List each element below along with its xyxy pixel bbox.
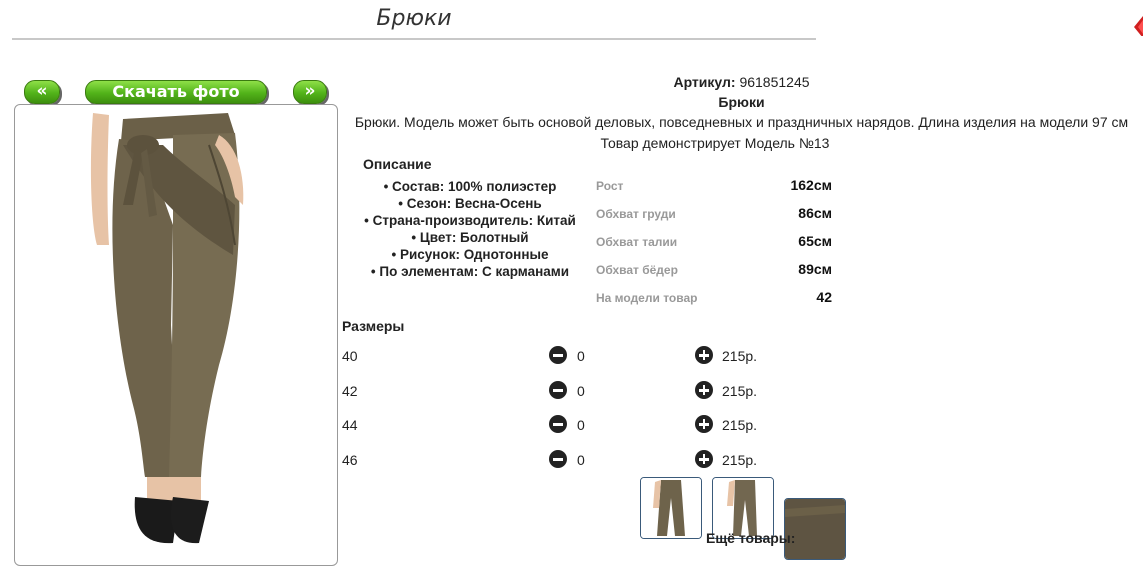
minus-icon[interactable] <box>549 415 567 433</box>
model-params-table: Рост 162см Обхват груди 86см Обхват тали… <box>596 177 832 317</box>
corner-ribbon-icon[interactable] <box>1134 16 1143 36</box>
feature-item: По элементам: С карманами <box>340 263 600 280</box>
size-row: 44 0 215р. <box>342 415 762 439</box>
article-label: Артикул: <box>673 74 736 90</box>
description-heading: Описание <box>363 156 432 172</box>
feature-item: Состав: 100% полиэстер <box>340 178 600 195</box>
product-description: Брюки. Модель может быть основой деловых… <box>354 114 1129 130</box>
quantity-value: 0 <box>577 348 585 364</box>
price-value: 215р. <box>722 348 758 364</box>
prev-photo-button[interactable]: « <box>24 80 60 104</box>
size-row: 42 0 215р. <box>342 381 762 405</box>
param-label: Обхват бёдер <box>596 263 678 277</box>
more-products-heading: Ещё товары: <box>706 530 796 546</box>
thumbnail-3[interactable] <box>784 498 846 560</box>
quantity-value: 0 <box>577 383 585 399</box>
size-label: 40 <box>342 348 358 364</box>
minus-icon[interactable] <box>549 346 567 364</box>
thumbnail-1[interactable] <box>640 477 702 539</box>
param-label: Обхват груди <box>596 207 676 221</box>
plus-icon[interactable] <box>695 346 713 364</box>
feature-item: Сезон: Весна-Осень <box>340 195 600 212</box>
param-value: 65см <box>798 233 832 249</box>
plus-icon[interactable] <box>695 415 713 433</box>
product-photo[interactable] <box>14 104 338 566</box>
quantity-value: 0 <box>577 417 585 433</box>
param-value: 86см <box>798 205 832 221</box>
sizes-heading: Размеры <box>342 318 405 334</box>
product-name: Брюки <box>718 94 765 110</box>
minus-icon[interactable] <box>549 450 567 468</box>
param-label: На модели товар <box>596 291 698 305</box>
param-value: 89см <box>798 261 832 277</box>
size-label: 46 <box>342 452 358 468</box>
param-row: Обхват бёдер 89см <box>596 261 832 289</box>
feature-list: Состав: 100% полиэстер Сезон: Весна-Осен… <box>340 178 600 280</box>
article-value: 961851245 <box>739 74 810 90</box>
param-value: 162см <box>790 177 832 193</box>
price-value: 215р. <box>722 383 758 399</box>
feature-item: Страна-производитель: Китай <box>340 212 600 229</box>
size-label: 44 <box>342 417 358 433</box>
feature-item: Цвет: Болотный <box>340 229 600 246</box>
pants-photo-illustration <box>23 105 328 550</box>
price-value: 215р. <box>722 452 758 468</box>
quantity-value: 0 <box>577 452 585 468</box>
page-title: Брюки <box>12 6 816 40</box>
feature-item: Рисунок: Однотонные <box>340 246 600 263</box>
param-row: На модели товар 42 <box>596 289 832 317</box>
size-row: 40 0 215р. <box>342 346 762 370</box>
plus-icon[interactable] <box>695 381 713 399</box>
param-row: Рост 162см <box>596 177 832 205</box>
price-value: 215р. <box>722 417 758 433</box>
param-row: Обхват груди 86см <box>596 205 832 233</box>
size-label: 42 <box>342 383 358 399</box>
plus-icon[interactable] <box>695 450 713 468</box>
download-photo-button[interactable]: Скачать фото <box>85 80 267 104</box>
size-row: 46 0 215р. <box>342 450 762 474</box>
article-line: Артикул: 961851245 <box>340 74 1143 90</box>
next-photo-button[interactable]: » <box>293 80 327 104</box>
param-label: Обхват талии <box>596 235 678 249</box>
param-row: Обхват талии 65см <box>596 233 832 261</box>
param-value: 42 <box>816 289 832 305</box>
param-label: Рост <box>596 179 624 193</box>
model-note: Товар демонстрирует Модель №13 <box>600 135 830 151</box>
minus-icon[interactable] <box>549 381 567 399</box>
